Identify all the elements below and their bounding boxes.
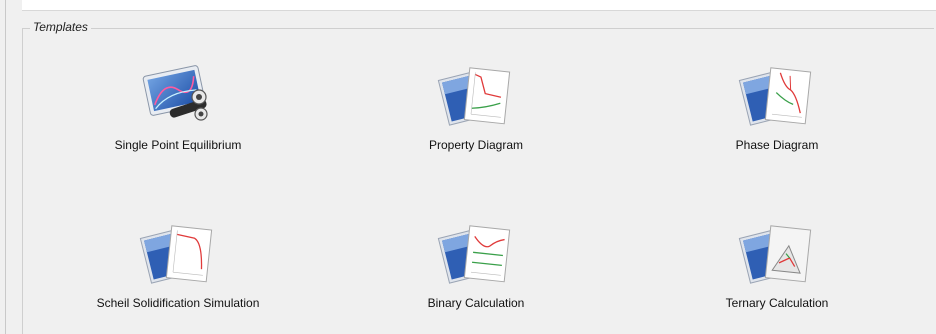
template-single-point-equilibrium[interactable]: Single Point Equilibrium bbox=[58, 60, 298, 170]
scheil-simulation-icon bbox=[139, 225, 213, 284]
left-divider bbox=[5, 0, 6, 334]
templates-group-title: Templates bbox=[30, 20, 91, 34]
single-point-equilibrium-icon bbox=[142, 65, 208, 121]
ternary-calculation-icon bbox=[738, 225, 812, 284]
binary-calculation-icon bbox=[437, 225, 511, 284]
template-binary-calculation[interactable]: Binary Calculation bbox=[356, 218, 596, 328]
template-label: Binary Calculation bbox=[427, 296, 525, 310]
phase-diagram-icon bbox=[738, 67, 812, 126]
template-ternary-calculation[interactable]: Ternary Calculation bbox=[657, 218, 897, 328]
template-property-diagram[interactable]: Property Diagram bbox=[356, 60, 596, 170]
template-phase-diagram[interactable]: Phase Diagram bbox=[657, 60, 897, 170]
template-label: Ternary Calculation bbox=[725, 296, 829, 310]
property-diagram-icon bbox=[437, 67, 511, 126]
template-scheil-solidification-simulation[interactable]: Scheil Solidification Simulation bbox=[58, 218, 298, 328]
template-label: Phase Diagram bbox=[735, 138, 819, 152]
template-label: Property Diagram bbox=[428, 138, 524, 152]
template-label: Scheil Solidification Simulation bbox=[96, 296, 260, 310]
template-label: Single Point Equilibrium bbox=[114, 138, 242, 152]
top-panel-edge bbox=[22, 0, 936, 11]
